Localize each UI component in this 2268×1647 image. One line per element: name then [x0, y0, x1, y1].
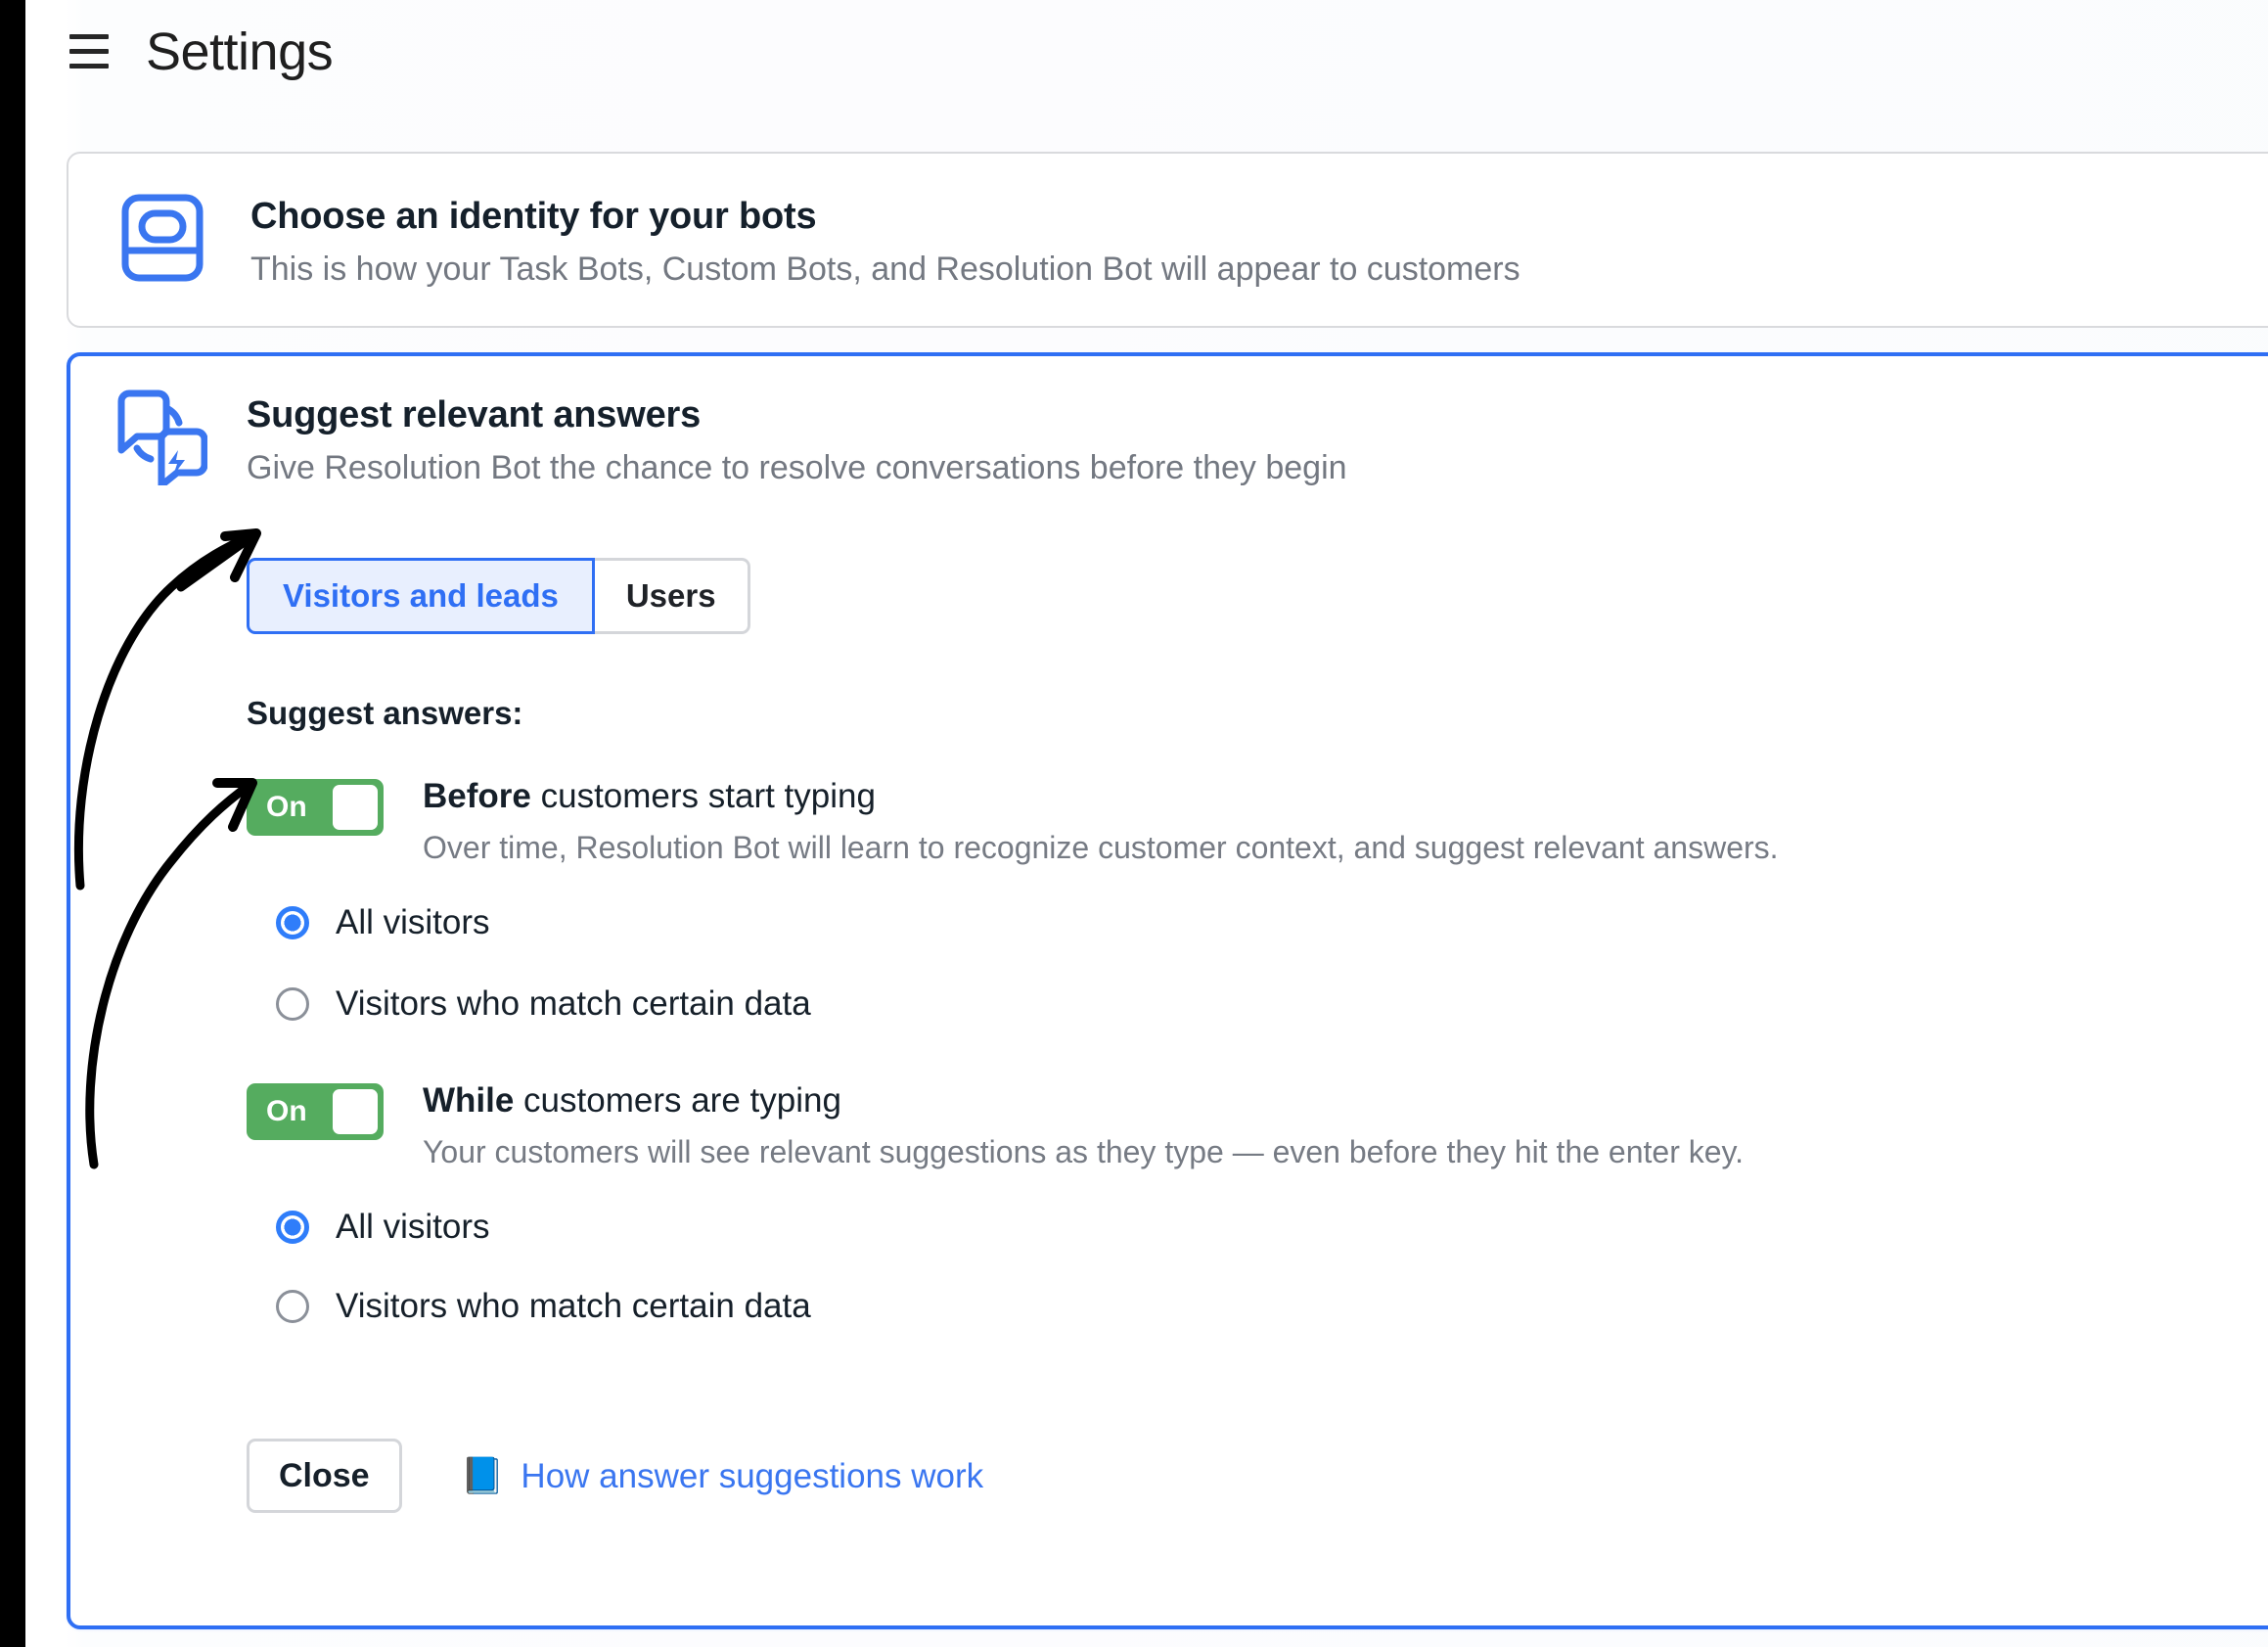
page-title: Settings [146, 22, 334, 81]
radio-selected-icon [276, 1210, 309, 1244]
hamburger-icon[interactable] [69, 33, 111, 70]
book-icon: 📘 [460, 1455, 505, 1495]
suggest-card-texts: Suggest relevant answers Give Resolution… [247, 386, 1347, 487]
suggest-title: Suggest relevant answers [247, 394, 702, 435]
bot-identity-subtitle: This is how your Task Bots, Custom Bots,… [250, 250, 1520, 288]
radio-while-all-visitors[interactable]: All visitors [276, 1210, 490, 1244]
radio-before-all-visitors-label: All visitors [336, 903, 490, 941]
left-gutter-strip [0, 0, 25, 1647]
toggle-before-typing[interactable]: On [247, 779, 384, 836]
tab-visitors-and-leads[interactable]: Visitors and leads [247, 558, 595, 634]
toggle-before-typing-state: On [266, 791, 307, 823]
setting-while-typing-title-strong: While [423, 1081, 515, 1120]
card-footer: Close 📘 How answer suggestions work [247, 1439, 983, 1513]
setting-while-typing-texts: While customers are typing Your customer… [423, 1081, 1744, 1171]
setting-while-typing-title-rest: customers are typing [514, 1081, 841, 1120]
setting-before-typing-texts: Before customers start typing Over time,… [423, 777, 1779, 867]
bot-identity-card-header: Choose an identity for your bots This is… [112, 187, 1520, 289]
suggest-subtitle: Give Resolution Bot the chance to resolv… [247, 448, 1347, 486]
suggest-answers-label: Suggest answers: [247, 695, 523, 731]
toggle-knob-icon [333, 1089, 378, 1134]
page-header: Settings [25, 0, 2268, 103]
toggle-while-typing[interactable]: On [247, 1083, 384, 1140]
radio-before-match-data[interactable]: Visitors who match certain data [276, 986, 811, 1021]
radio-unselected-icon [276, 986, 309, 1021]
setting-before-typing: On Before customers start typing Over ti… [247, 777, 1779, 867]
tab-users[interactable]: Users [594, 558, 750, 634]
radio-unselected-icon [276, 1289, 309, 1323]
setting-before-typing-desc: Over time, Resolution Bot will learn to … [423, 830, 1779, 866]
setting-before-typing-title: Before customers start typing [423, 777, 1779, 816]
setting-before-typing-title-strong: Before [423, 777, 531, 815]
setting-while-typing: On While customers are typing Your custo… [247, 1081, 1744, 1171]
setting-before-typing-title-rest: customers start typing [530, 777, 876, 815]
setting-while-typing-desc: Your customers will see relevant suggest… [423, 1134, 1745, 1170]
close-button[interactable]: Close [247, 1439, 402, 1513]
audience-tabs: Visitors and leads Users [247, 558, 750, 634]
toggle-while-typing-state: On [266, 1095, 307, 1127]
suggest-card-header: Suggest relevant answers Give Resolution… [108, 386, 1347, 487]
radio-while-match-data-label: Visitors who match certain data [336, 1287, 811, 1325]
how-answer-suggestions-work-link[interactable]: 📘 How answer suggestions work [461, 1458, 984, 1493]
bot-identity-title: Choose an identity for your bots [250, 196, 817, 237]
bot-identity-card-icon [112, 187, 213, 289]
radio-before-match-data-label: Visitors who match certain data [336, 984, 811, 1023]
setting-while-typing-title: While customers are typing [423, 1081, 1744, 1121]
chat-bubbles-lightning-icon [108, 386, 209, 487]
radio-while-match-data[interactable]: Visitors who match certain data [276, 1289, 811, 1323]
bot-identity-card[interactable]: Choose an identity for your bots This is… [67, 152, 2268, 328]
radio-while-all-visitors-label: All visitors [336, 1208, 490, 1246]
radio-selected-icon [276, 905, 309, 939]
settings-screen: Settings Choose an identity for your bot… [0, 0, 2268, 1647]
how-answer-suggestions-work-label: How answer suggestions work [521, 1456, 984, 1495]
bot-identity-card-texts: Choose an identity for your bots This is… [250, 187, 1520, 289]
toggle-knob-icon [333, 785, 378, 830]
radio-before-all-visitors[interactable]: All visitors [276, 905, 490, 939]
